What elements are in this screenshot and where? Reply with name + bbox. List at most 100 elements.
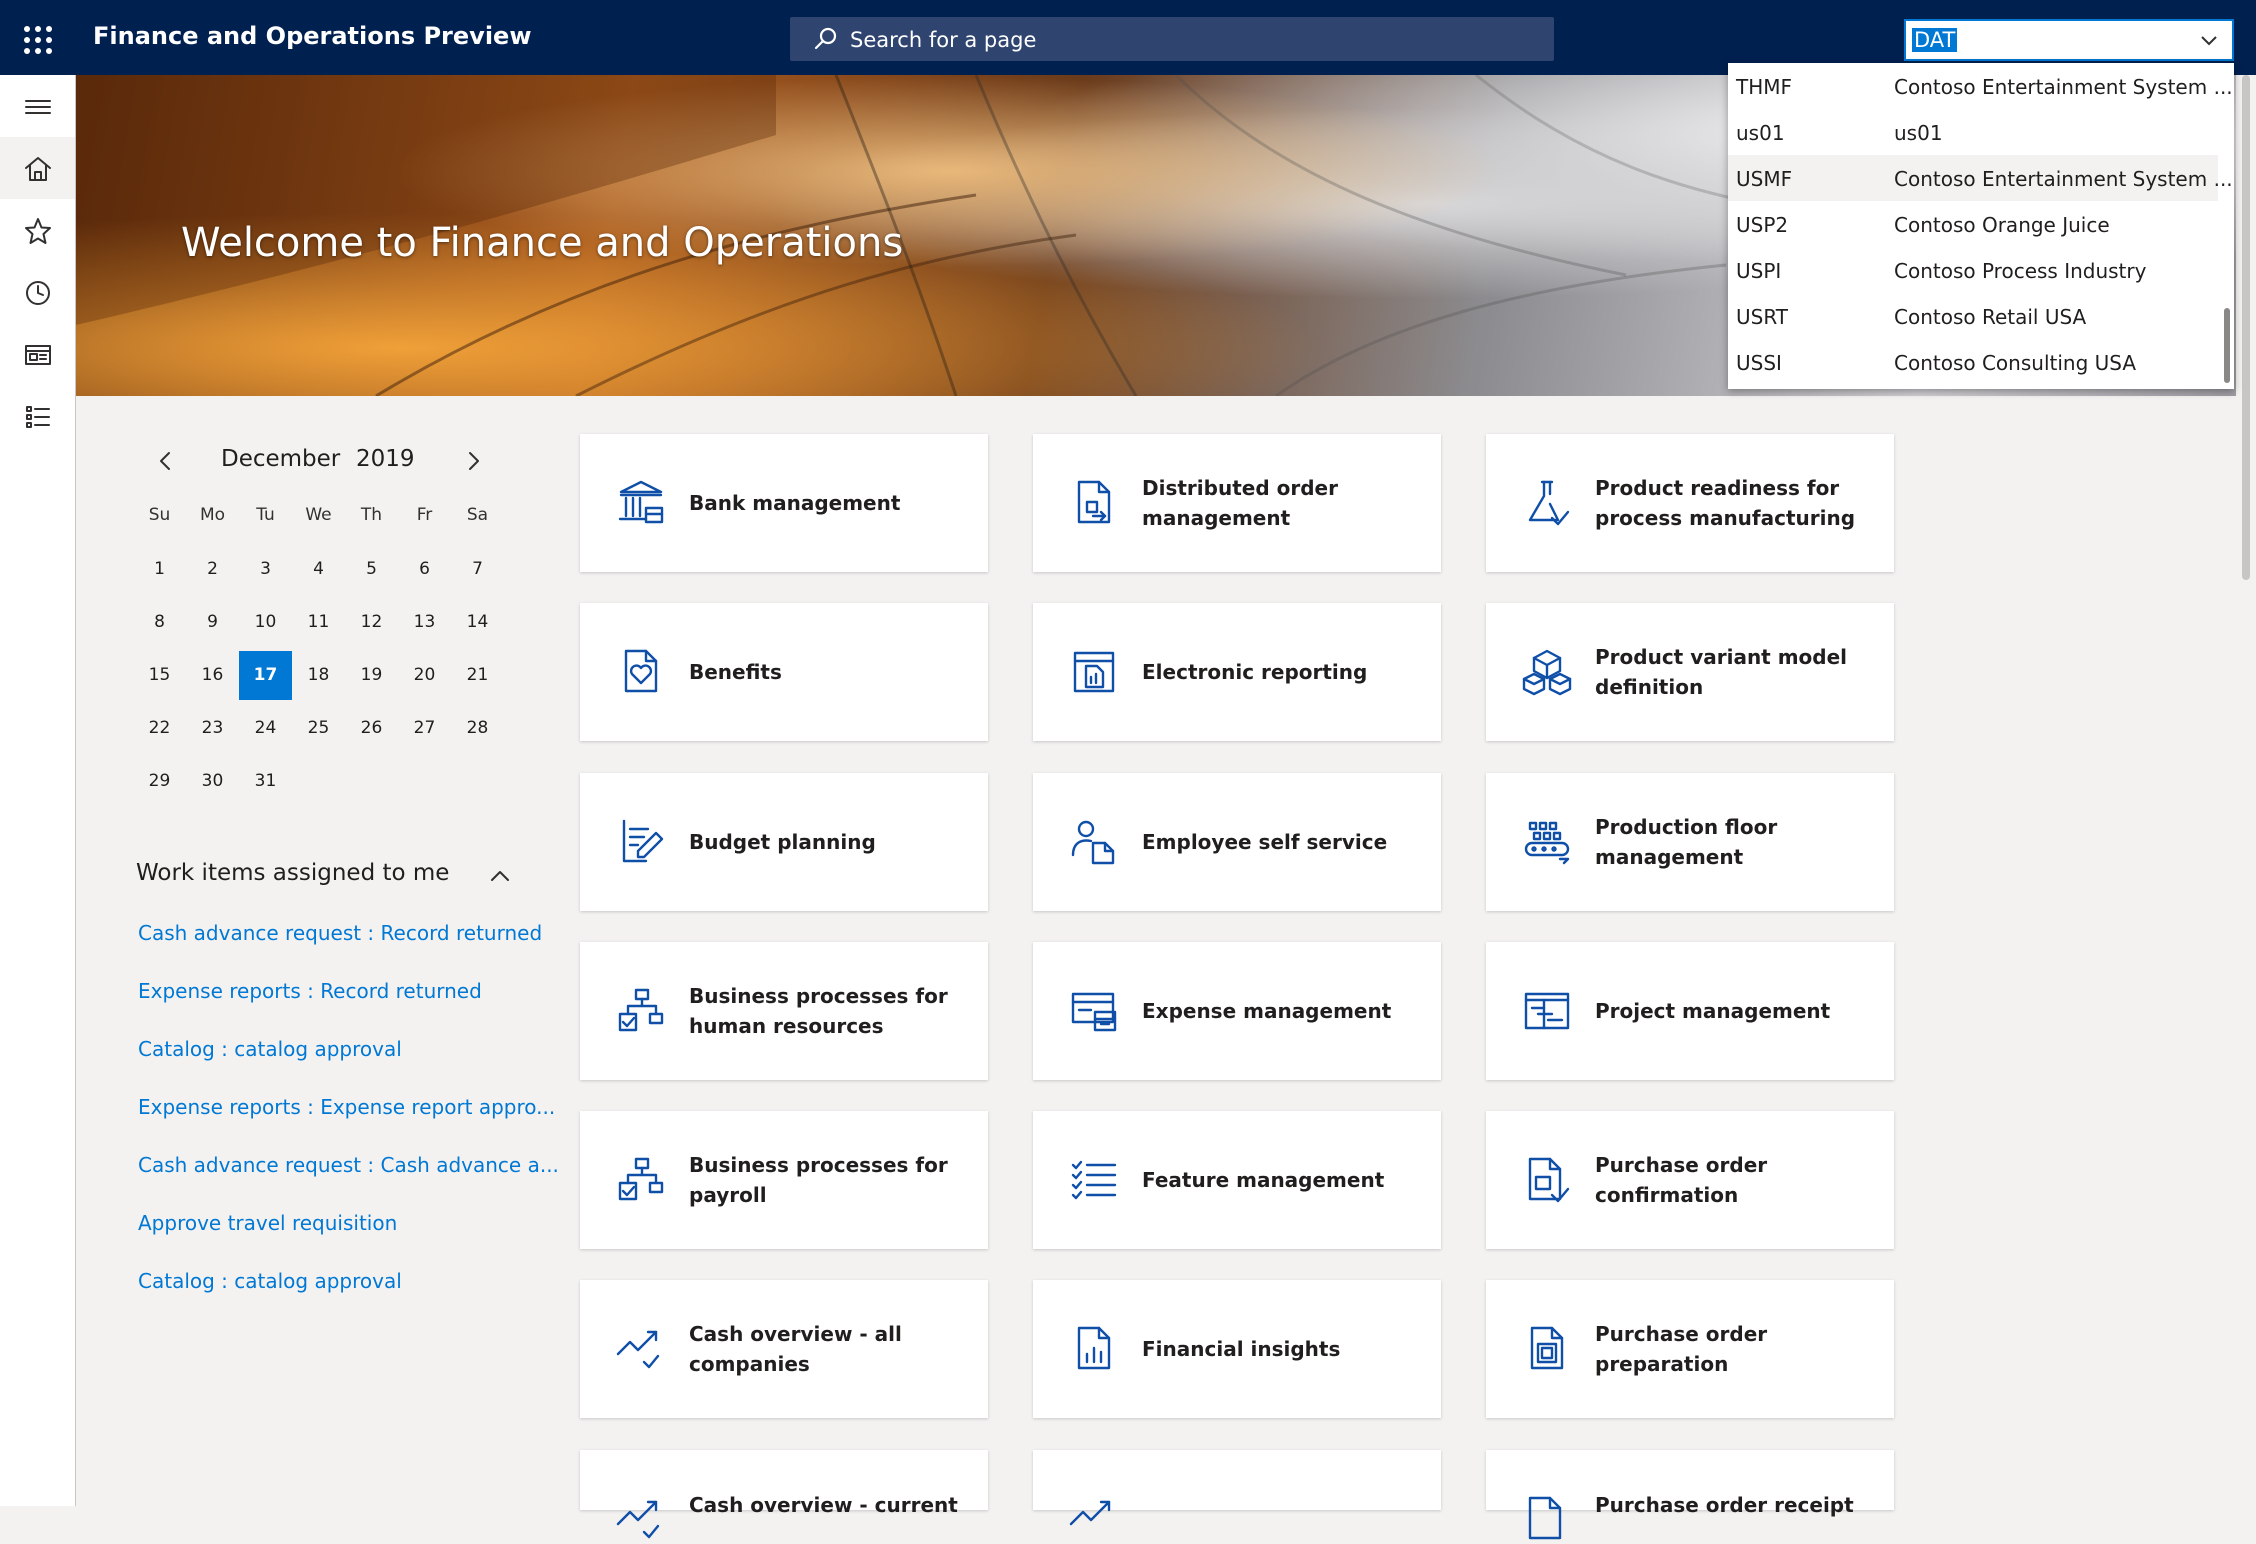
calendar-day[interactable]: 3 <box>239 545 292 594</box>
tile-label: Product variant model definition <box>1595 645 1848 699</box>
tile[interactable]: Benefits <box>580 603 988 741</box>
calendar-day[interactable]: 29 <box>133 757 186 806</box>
company-picker[interactable]: DAT <box>1904 19 2234 61</box>
calendar-year[interactable]: 2019 <box>356 446 415 472</box>
calendar-day[interactable]: 21 <box>451 651 504 700</box>
calendar-day[interactable]: 14 <box>451 598 504 647</box>
project-icon <box>1524 992 1570 1030</box>
tile[interactable]: Product variant model definition <box>1486 603 1894 741</box>
tile[interactable]: Cash overview - all companies <box>580 1280 988 1418</box>
tile[interactable]: Purchase order preparation <box>1486 1280 1894 1418</box>
calendar-weekday: Tu <box>256 505 275 525</box>
tile[interactable]: Business processes for payroll <box>580 1111 988 1249</box>
company-option[interactable]: USMF Contoso Entertainment System ... <box>1728 155 2233 201</box>
app-title[interactable]: Finance and Operations Preview <box>93 22 532 50</box>
calendar-day[interactable]: 8 <box>133 598 186 647</box>
calendar-day[interactable]: 27 <box>398 704 451 753</box>
calendar-day[interactable]: 4 <box>292 545 345 594</box>
calendar-day[interactable]: 30 <box>186 757 239 806</box>
tile[interactable]: Distributed order management <box>1033 434 1441 572</box>
clock-icon[interactable] <box>22 277 54 309</box>
tile[interactable]: Production floor management <box>1486 773 1894 911</box>
calendar-day[interactable]: 28 <box>451 704 504 753</box>
calendar-day[interactable]: 25 <box>292 704 345 753</box>
tile[interactable]: Business processes for human resources <box>580 942 988 1080</box>
calendar-day[interactable]: 20 <box>398 651 451 700</box>
calendar-day[interactable]: 24 <box>239 704 292 753</box>
calendar-day[interactable]: 5 <box>345 545 398 594</box>
calendar-day[interactable]: 13 <box>398 598 451 647</box>
calendar-day[interactable]: 11 <box>292 598 345 647</box>
calendar-day[interactable]: 18 <box>292 651 345 700</box>
calendar-day[interactable]: 15 <box>133 651 186 700</box>
calendar-day[interactable]: 31 <box>239 757 292 806</box>
company-option[interactable]: THMF Contoso Entertainment System ... <box>1728 63 2233 109</box>
calendar-day[interactable]: 19 <box>345 651 398 700</box>
work-item-link[interactable]: Cash advance request : Cash advance a... <box>138 1153 559 1177</box>
tile[interactable]: Bank management <box>580 434 988 572</box>
calendar-day-selected[interactable]: 17 <box>239 651 292 700</box>
tile[interactable] <box>1033 1450 1441 1526</box>
list-icon[interactable] <box>22 401 54 433</box>
company-option-name: us01 <box>1894 121 1943 145</box>
company-option[interactable]: USRT Contoso Retail USA <box>1728 293 2218 339</box>
tile-label: Cash overview - current <box>689 1493 958 1517</box>
tile[interactable]: Expense management <box>1033 942 1441 1080</box>
tile[interactable]: Employee self service <box>1033 773 1441 911</box>
calendar-day[interactable]: 16 <box>186 651 239 700</box>
calendar-day[interactable]: 1 <box>133 545 186 594</box>
search-box[interactable]: Search for a page <box>790 17 1554 61</box>
tile[interactable]: Budget planning <box>580 773 988 911</box>
calendar-day[interactable]: 9 <box>186 598 239 647</box>
company-option[interactable]: USPI Contoso Process Industry <box>1728 247 2218 293</box>
home-icon[interactable] <box>22 153 54 185</box>
calendar-day[interactable]: 26 <box>345 704 398 753</box>
dropdown-scrollbar[interactable] <box>2224 308 2230 383</box>
work-item-link[interactable]: Expense reports : Expense report appro..… <box>138 1095 555 1119</box>
trend-check-icon <box>616 1500 660 1539</box>
tile[interactable]: Project management <box>1486 942 1894 1080</box>
page-scrollbar[interactable] <box>2236 75 2256 1506</box>
calendar-day[interactable]: 2 <box>186 545 239 594</box>
company-option-code: USSI <box>1736 351 1782 375</box>
calendar-day[interactable]: 12 <box>345 598 398 647</box>
scrollbar-thumb[interactable] <box>2242 75 2250 580</box>
chevron-up-icon[interactable] <box>488 864 512 888</box>
company-option[interactable]: USP2 Contoso Orange Juice <box>1728 201 2218 247</box>
company-option-name: Contoso Orange Juice <box>1894 213 2110 237</box>
calendar-day[interactable]: 10 <box>239 598 292 647</box>
app-launcher-icon[interactable] <box>24 26 52 54</box>
company-option-code: USP2 <box>1736 213 1789 237</box>
tile-label: Project management <box>1595 999 1831 1023</box>
chevron-left-icon[interactable] <box>154 449 178 473</box>
process-check-icon <box>618 1157 664 1201</box>
calendar-day[interactable]: 7 <box>451 545 504 594</box>
company-option[interactable]: USSI Contoso Consulting USA <box>1728 339 2218 385</box>
tile[interactable]: Financial insights <box>1033 1280 1441 1418</box>
tile-label <box>1142 1490 1427 1520</box>
star-icon[interactable] <box>22 215 54 247</box>
work-item-link[interactable]: Catalog : catalog approval <box>138 1037 402 1061</box>
workspace-icon[interactable] <box>22 339 54 371</box>
company-option[interactable]: us01 us01 <box>1728 109 2218 155</box>
calendar-day[interactable]: 6 <box>398 545 451 594</box>
tile[interactable]: Purchase order receipt and <box>1486 1450 1894 1540</box>
tile[interactable]: Feature management <box>1033 1111 1441 1249</box>
navigation-pane <box>0 75 76 1506</box>
work-item-link[interactable]: Expense reports : Record returned <box>138 979 482 1003</box>
tile[interactable]: Product readiness for process manufactur… <box>1486 434 1894 572</box>
tile[interactable]: Electronic reporting <box>1033 603 1441 741</box>
work-item-link[interactable]: Cash advance request : Record returned <box>138 921 542 945</box>
calendar-day[interactable]: 22 <box>133 704 186 753</box>
hamburger-icon[interactable] <box>22 91 54 123</box>
work-item-link[interactable]: Approve travel requisition <box>138 1211 397 1235</box>
work-item-link[interactable]: Catalog : catalog approval <box>138 1269 402 1293</box>
chevron-right-icon[interactable] <box>461 449 485 473</box>
chevron-down-icon[interactable] <box>2200 31 2218 49</box>
order-document-icon <box>1077 480 1111 524</box>
tile[interactable]: Purchase order confirmation <box>1486 1111 1894 1249</box>
calendar-day[interactable]: 23 <box>186 704 239 753</box>
company-picker-value[interactable]: DAT <box>1912 28 1958 52</box>
calendar-month[interactable]: December <box>221 446 340 472</box>
tile[interactable]: Cash overview - current <box>580 1450 988 1539</box>
